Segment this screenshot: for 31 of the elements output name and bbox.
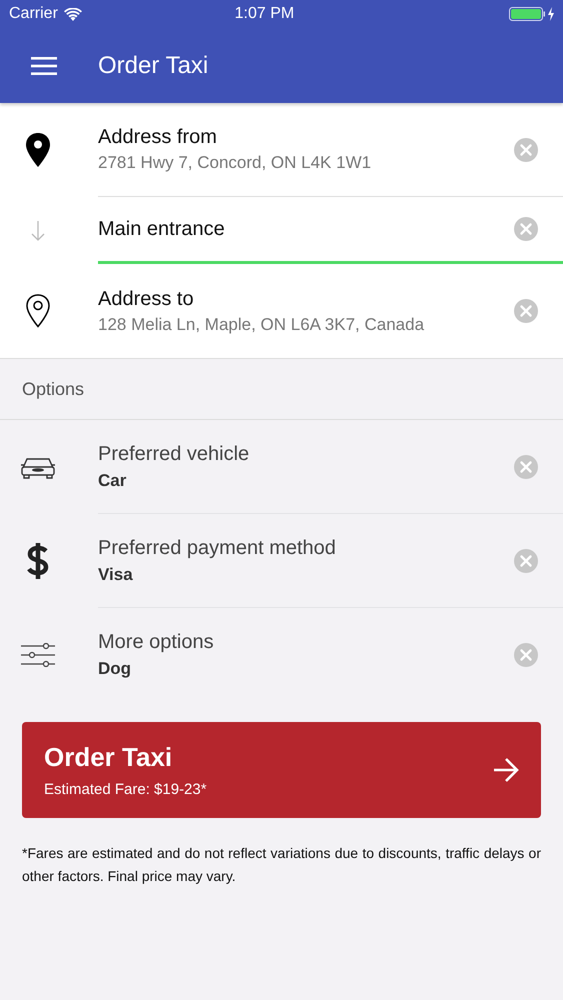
option-label: Preferred vehicle bbox=[98, 442, 250, 466]
status-time: 1:07 PM bbox=[234, 5, 296, 23]
address-text: 2781 Hwy 7, Concord, ON L4K 1W1 bbox=[98, 153, 372, 173]
screen-title: Order Taxi bbox=[98, 52, 208, 80]
clear-icon[interactable] bbox=[514, 138, 538, 162]
address-text: 128 Melia Ln, Maple, ON L6A 3K7, Canada bbox=[98, 314, 426, 334]
clear-icon[interactable] bbox=[514, 642, 538, 666]
wifi-icon bbox=[64, 8, 82, 20]
option-label: More options bbox=[98, 630, 215, 654]
battery-icon bbox=[509, 7, 555, 21]
section-header: Options bbox=[0, 359, 563, 420]
order-button[interactable]: Order Taxi Estimated Fare: $19-23* bbox=[22, 722, 541, 818]
clear-icon[interactable] bbox=[514, 299, 538, 323]
footnote: *Fares are estimated and do not reflect variations due to discounts, traffic delays or other factors. Final price may vary. bbox=[22, 844, 541, 886]
carrier-label: Carrier bbox=[9, 5, 58, 23]
down-arrow-icon bbox=[30, 220, 46, 242]
clear-icon[interactable] bbox=[514, 454, 538, 478]
option-value: Visa bbox=[98, 564, 134, 584]
clear-icon[interactable] bbox=[514, 548, 538, 572]
field-label: Address from bbox=[98, 126, 218, 149]
menu-icon[interactable] bbox=[31, 56, 57, 74]
pin-icon bbox=[25, 133, 51, 167]
arrow-right-icon bbox=[493, 758, 519, 782]
sliders-icon bbox=[20, 642, 56, 666]
entrance-field[interactable]: Main entrance bbox=[98, 218, 514, 240]
option-value: Car bbox=[98, 470, 128, 490]
pin-icon bbox=[25, 294, 51, 328]
clear-icon[interactable] bbox=[514, 217, 538, 241]
option-label: Preferred payment method bbox=[98, 536, 337, 560]
field-label: Address to bbox=[98, 288, 195, 310]
option-value: Dog bbox=[98, 658, 132, 678]
